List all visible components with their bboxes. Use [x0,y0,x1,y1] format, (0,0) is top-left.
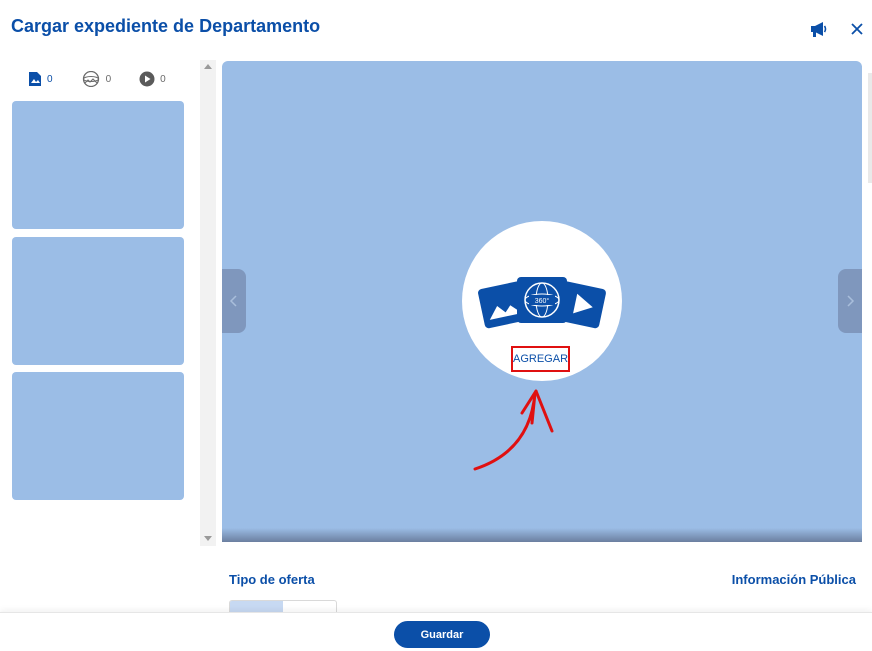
footer-bar: Guardar [0,612,872,651]
media-thumbnail-slot[interactable] [12,237,184,365]
megaphone-icon[interactable] [808,19,828,39]
badge-360-label: 360° [535,297,550,305]
panorama-360-icon [82,71,99,87]
chevron-left-icon [229,295,237,307]
panorama-counter[interactable]: 0 [81,71,112,87]
page-scrollbar[interactable] [868,73,872,183]
add-media-button[interactable]: AGREGAR [511,346,570,372]
scroll-down-arrow-icon[interactable] [204,536,212,541]
previous-media-button[interactable] [222,269,246,333]
offer-type-label: Tipo de oferta [229,572,315,587]
thumbnail-scrollbar[interactable] [200,60,216,546]
media-types-icon: 360° [478,277,606,329]
annotation-arrow-icon [473,389,554,471]
media-counters: 0 0 0 [28,68,194,90]
close-icon[interactable] [848,20,866,38]
video-counter[interactable]: 0 [139,71,166,87]
page-title: Cargar expediente de Departamento [11,16,321,36]
add-media-panel: 360° AGREGAR [462,221,622,381]
photo-count: 0 [47,73,53,85]
chevron-right-icon [847,295,855,307]
media-thumbnail-slot[interactable] [12,372,184,500]
media-thumbnail-slot[interactable] [12,101,184,229]
photo-icon [29,72,41,86]
video-count: 0 [160,73,166,85]
panorama-count: 0 [105,73,112,85]
scroll-up-arrow-icon[interactable] [204,64,212,69]
viewer-bottom-shade [222,528,862,542]
public-info-link[interactable]: Información Pública [732,572,856,587]
next-media-button[interactable] [838,269,862,333]
save-button[interactable]: Guardar [394,621,490,648]
video-play-icon [139,71,155,87]
photo-counter[interactable]: 0 [28,71,53,87]
